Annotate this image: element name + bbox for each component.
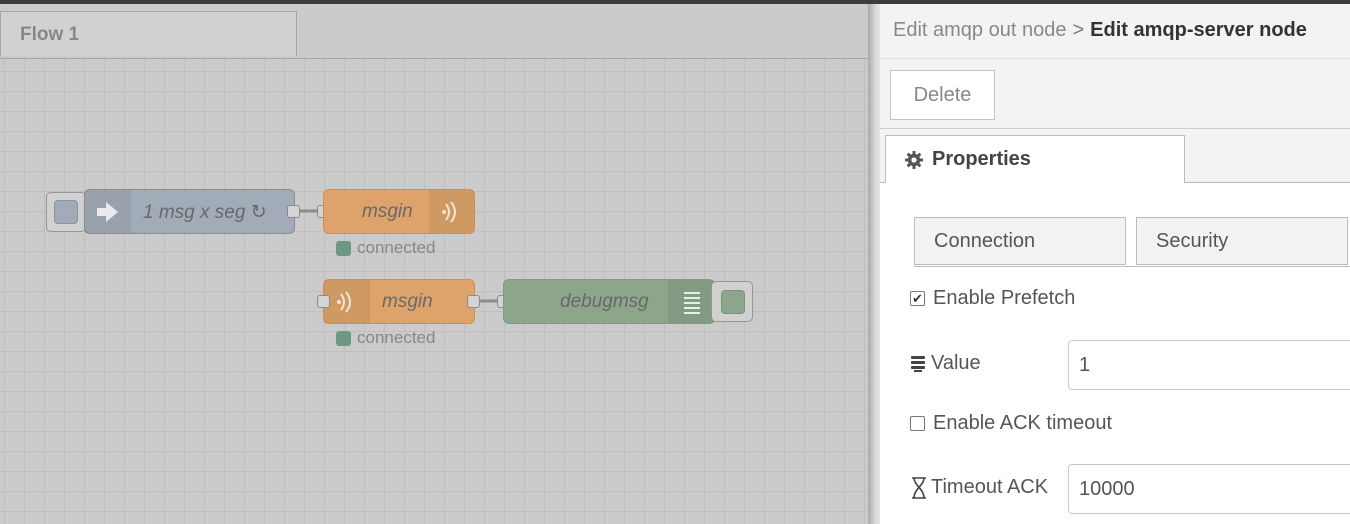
breadcrumb-current: Edit amqp-server node xyxy=(1090,19,1307,41)
tray-tabs: Properties xyxy=(880,129,1350,183)
hourglass-icon xyxy=(912,476,926,499)
value-label-row: Value xyxy=(910,352,981,375)
arrow-right-icon xyxy=(96,201,118,222)
delete-button[interactable]: Delete xyxy=(890,70,995,120)
amqp-in-node[interactable]: msgin xyxy=(323,279,475,324)
inject-node-label: 1 msg x seg ↻ xyxy=(143,202,267,223)
workspace: Flow 1 1 msg x seg ↻ msgin connected msg… xyxy=(0,4,868,524)
debug-toggle-button[interactable] xyxy=(711,281,753,322)
status-dot-icon xyxy=(336,330,351,346)
timeout-ack-input[interactable] xyxy=(1068,464,1350,514)
timeout-label-row: Timeout ACK xyxy=(910,476,1048,499)
properties-tab-label: Properties xyxy=(932,148,1031,170)
edit-tray: Edit amqp out node > Edit amqp-server node… xyxy=(880,4,1350,524)
server-config-tabs: Connection Security xyxy=(914,217,1350,267)
tray-header: Edit amqp out node > Edit amqp-server node xyxy=(880,4,1350,59)
status-dot-icon xyxy=(336,240,351,256)
tab-security[interactable]: Security xyxy=(1136,217,1348,265)
tab-connection[interactable]: Connection xyxy=(914,217,1126,265)
tab-flow-1[interactable]: Flow 1 xyxy=(0,11,297,57)
debug-icon-box xyxy=(668,280,714,323)
amqp-in-status-text: connected xyxy=(357,328,436,347)
debug-toggle-inner xyxy=(721,290,745,314)
breadcrumb-separator: > xyxy=(1072,19,1085,41)
amqp-out-status: connected xyxy=(336,238,435,258)
breadcrumb: Edit amqp out node > Edit amqp-server node xyxy=(893,19,1307,42)
list-lines-icon xyxy=(683,291,700,314)
ack-timeout-row: Enable ACK timeout xyxy=(910,412,1112,435)
tray-toolbar: Delete xyxy=(880,59,1350,129)
amqp-out-node[interactable]: msgin xyxy=(323,189,475,234)
value-label: Value xyxy=(931,352,981,374)
flow-tab-label: Flow 1 xyxy=(20,24,80,45)
workspace-tab-bar: Flow 1 xyxy=(0,4,868,59)
inject-icon-box xyxy=(85,190,131,233)
debug-node-label: debugmsg xyxy=(560,291,649,312)
amqp-in-input-port[interactable] xyxy=(317,295,330,308)
debug-node[interactable]: debugmsg xyxy=(503,279,715,324)
ack-timeout-checkbox[interactable] xyxy=(910,416,925,431)
inject-output-port[interactable] xyxy=(287,205,300,218)
inject-button-inner xyxy=(54,200,78,224)
breadcrumb-parent-link[interactable]: Edit amqp out node xyxy=(893,19,1066,41)
database-icon xyxy=(911,355,925,372)
tab-properties[interactable]: Properties xyxy=(885,135,1185,183)
prefetch-row: ✔ Enable Prefetch xyxy=(910,287,1075,310)
broadcast-icon xyxy=(442,200,456,223)
gear-icon xyxy=(905,150,923,169)
inject-node[interactable]: 1 msg x seg ↻ xyxy=(84,189,295,234)
tray-resize-handle[interactable] xyxy=(868,4,880,524)
prefetch-value-input[interactable] xyxy=(1068,340,1350,390)
inject-button[interactable] xyxy=(46,192,86,232)
broadcast-icon xyxy=(336,290,351,313)
ack-timeout-label: Enable ACK timeout xyxy=(933,412,1112,434)
amqp-in-icon-box xyxy=(324,280,370,323)
amqp-out-node-label: msgin xyxy=(362,201,413,222)
flow-canvas[interactable]: 1 msg x seg ↻ msgin connected msgin conn… xyxy=(0,59,868,524)
amqp-in-node-label: msgin xyxy=(382,291,433,312)
prefetch-checkbox[interactable]: ✔ xyxy=(910,291,925,306)
amqp-in-output-port[interactable] xyxy=(467,295,480,308)
properties-form: Connection Security ✔ Enable Prefetch Va… xyxy=(880,183,1350,524)
prefetch-label: Enable Prefetch xyxy=(933,287,1076,309)
amqp-out-icon-box xyxy=(429,190,474,233)
timeout-ack-label: Timeout ACK xyxy=(931,476,1049,498)
amqp-in-status: connected xyxy=(336,328,435,348)
amqp-out-status-text: connected xyxy=(357,238,436,257)
